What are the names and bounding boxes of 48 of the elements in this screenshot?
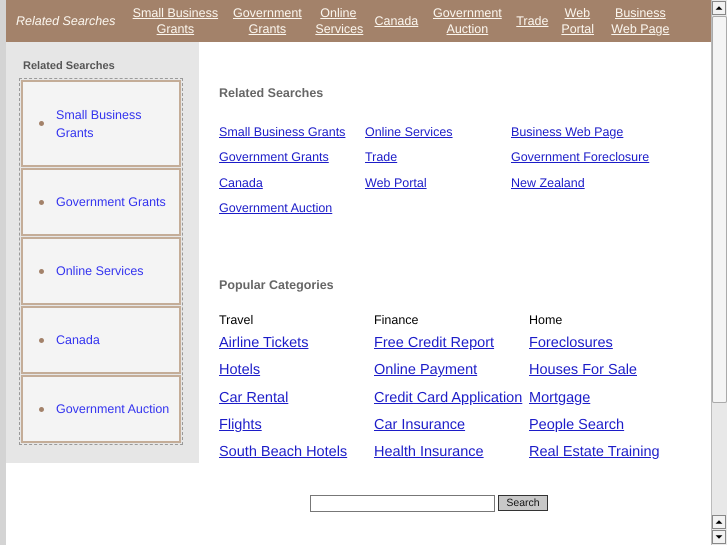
category-link[interactable]: Airline Tickets <box>219 330 374 358</box>
scrollbar-thumb[interactable] <box>712 16 727 403</box>
search-link[interactable]: New Zealand <box>511 170 657 196</box>
bullet-icon <box>39 121 44 126</box>
category-link[interactable]: South Beach Hotels <box>219 439 374 467</box>
category-link[interactable]: Car Rental <box>219 384 374 412</box>
sidebar-link[interactable]: Government Grants <box>56 193 166 211</box>
nav-title: Related Searches <box>16 14 116 28</box>
category-link[interactable]: Health Insurance <box>374 439 529 467</box>
sidebar-link[interactable]: Small Business Grants <box>56 106 179 142</box>
search-link[interactable]: Canada <box>219 170 365 196</box>
category-link[interactable]: Flights <box>219 412 374 440</box>
section-heading: Popular Categories <box>219 278 335 292</box>
search-link[interactable]: Government Auction <box>219 196 365 222</box>
scroll-up-icon[interactable] <box>712 515 726 529</box>
category-link[interactable]: Credit Card Application <box>374 384 529 412</box>
bullet-icon <box>39 338 44 342</box>
sidebar-title: Related Searches <box>23 60 116 72</box>
category-link[interactable]: Houses For Sale <box>529 357 684 385</box>
bullet-icon <box>39 406 44 412</box>
section-heading: Related Searches <box>219 86 324 100</box>
search-link[interactable]: Business Web Page <box>511 120 657 146</box>
category-link[interactable]: Car Insurance <box>374 412 529 440</box>
category-link[interactable]: Online Payment <box>374 357 529 385</box>
scroll-up-icon[interactable] <box>712 1 726 15</box>
category-link[interactable]: Hotels <box>219 357 374 385</box>
sidebar-link[interactable]: Government Auction <box>56 400 170 418</box>
category-link[interactable]: Foreclosures <box>529 330 684 358</box>
category-link[interactable]: People Search <box>529 412 684 440</box>
search-link[interactable]: Government Foreclosure <box>511 145 657 171</box>
category-link[interactable]: Free Credit Report <box>374 330 529 358</box>
category-heading: Home <box>529 312 564 328</box>
category-heading: Travel <box>219 312 254 328</box>
sidebar-link[interactable]: Canada <box>56 331 100 349</box>
search-link[interactable]: Small Business Grants <box>219 120 365 146</box>
bullet-icon <box>39 200 44 204</box>
scroll-down-icon[interactable] <box>712 530 726 544</box>
search-link[interactable]: Online Services <box>365 120 511 146</box>
search-link[interactable]: Trade <box>365 145 511 171</box>
category-link[interactable]: Mortgage <box>529 384 684 412</box>
search-button[interactable]: Search <box>498 495 548 512</box>
search-field[interactable] <box>310 494 495 512</box>
search-link[interactable]: Government Grants <box>219 145 365 171</box>
bullet-icon <box>39 268 44 274</box>
category-heading: Finance <box>374 312 420 328</box>
category-link[interactable]: Real Estate Training <box>529 439 684 467</box>
search-link[interactable]: Web Portal <box>365 170 511 196</box>
sidebar-link[interactable]: Online Services <box>56 262 144 280</box>
